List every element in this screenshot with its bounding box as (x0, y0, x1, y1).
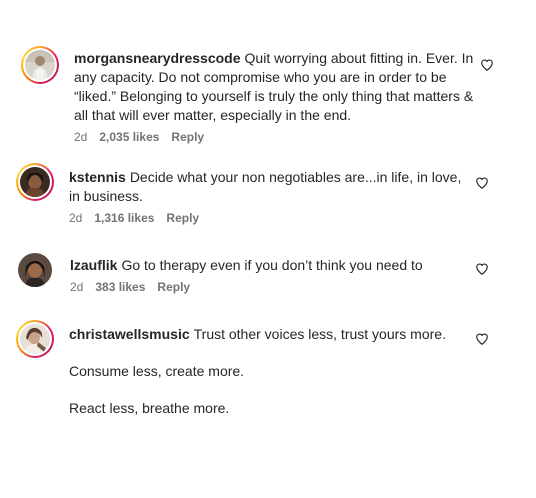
like-heart-icon[interactable] (475, 176, 489, 190)
comment-likes[interactable]: 383 likes (95, 280, 145, 294)
comment-username[interactable]: christawellsmusic (69, 326, 190, 342)
comment-username[interactable]: lzauflik (70, 257, 117, 273)
profile-photo-icon (18, 253, 52, 287)
comment-meta: 2d 383 likes Reply (70, 280, 202, 294)
avatar[interactable] (16, 163, 54, 201)
comment-paragraph: christawellsmusic Trust other voices less… (69, 325, 469, 344)
comment-text: Trust other voices less, trust yours mor… (193, 326, 446, 342)
comment-text: Decide what your non negotiables are...i… (69, 169, 462, 204)
comment-body: christawellsmusic Trust other voices less… (69, 325, 469, 418)
comment-likes[interactable]: 1,316 likes (94, 211, 154, 225)
comment-body: kstennis Decide what your non negotiables… (69, 168, 469, 206)
comment-time[interactable]: 2d (74, 130, 87, 144)
comment-time[interactable]: 2d (70, 280, 83, 294)
comment-username[interactable]: morgansnearydresscode (74, 50, 241, 66)
avatar[interactable] (18, 253, 52, 287)
avatar[interactable] (16, 320, 54, 358)
comment-body: morgansnearydresscode Quit worrying about… (74, 49, 474, 125)
comment-paragraph: React less, breathe more. (69, 400, 230, 416)
reply-button[interactable]: Reply (157, 280, 190, 294)
comment-paragraph: Consume less, create more. (69, 363, 245, 379)
like-heart-icon[interactable] (475, 332, 489, 346)
comment-time[interactable]: 2d (69, 211, 82, 225)
comment-likes[interactable]: 2,035 likes (99, 130, 159, 144)
comment-meta: 2d 1,316 likes Reply (69, 211, 211, 225)
comment-username[interactable]: kstennis (69, 169, 126, 185)
reply-button[interactable]: Reply (166, 211, 199, 225)
like-heart-icon[interactable] (475, 262, 489, 276)
profile-photo-icon (20, 324, 50, 354)
like-heart-icon[interactable] (480, 58, 494, 72)
avatar[interactable] (21, 46, 59, 84)
comment-meta: 2d 2,035 likes Reply (74, 130, 216, 144)
comment-body: lzauflik Go to therapy even if you don’t … (70, 256, 470, 275)
profile-photo-icon (25, 50, 55, 80)
comment-text: Go to therapy even if you don’t think yo… (121, 257, 423, 273)
reply-button[interactable]: Reply (171, 130, 204, 144)
profile-photo-icon (20, 167, 50, 197)
